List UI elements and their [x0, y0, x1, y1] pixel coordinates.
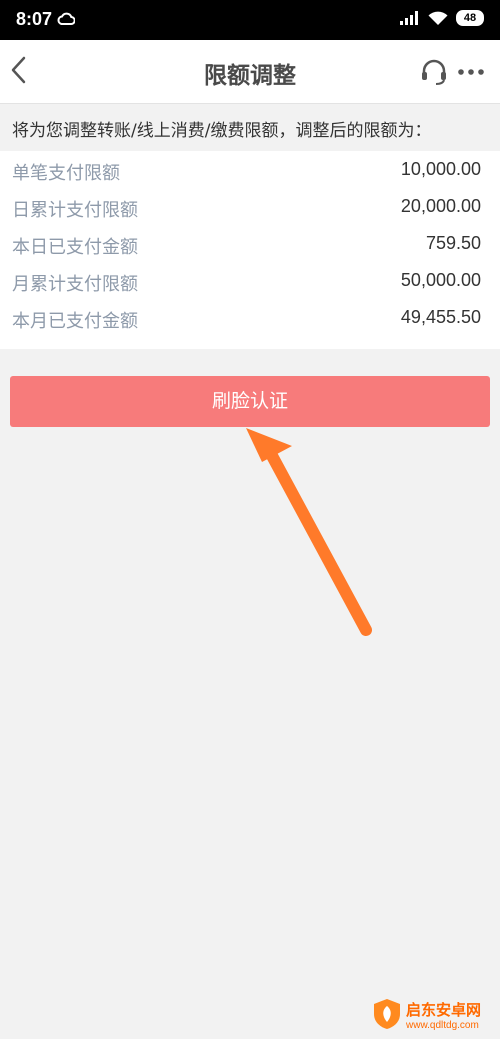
wifi-icon [428, 11, 448, 25]
limit-label: 日累计支付限额 [12, 200, 138, 221]
face-auth-button[interactable]: 刷脸认证 [10, 376, 490, 427]
watermark: 启东安卓网 www.qdltdg.com [372, 996, 496, 1036]
limit-row-monthly-paid: 本月已支付金额 49,455.50 [0, 299, 500, 336]
cloud-icon [57, 12, 75, 25]
more-button[interactable] [456, 58, 486, 86]
limit-value: 20,000.00 [400, 196, 481, 216]
app-header: 限额调整 [0, 40, 500, 104]
limit-value: 49,455.50 [400, 307, 481, 327]
notice-bar: 将为您调整转账/线上消费/缴费限额，调整后的限额为： [0, 104, 500, 149]
customer-service-button[interactable] [419, 58, 449, 86]
watermark-url: www.qdltdg.com [406, 1020, 479, 1031]
limit-label: 本日已支付金额 [12, 237, 138, 258]
watermark-title: 启东安卓网 [406, 1001, 482, 1019]
limit-row-monthly-limit: 月累计支付限额 50,000.00 [0, 262, 500, 299]
limits-list: 单笔支付限额 10,000.00 日累计支付限额 20,000.00 本日已支付… [0, 151, 500, 349]
notice-text: 将为您调整转账/线上消费/缴费限额，调整后的限额为： [12, 121, 432, 141]
shield-logo-icon [374, 999, 400, 1029]
limit-label: 本月已支付金额 [12, 311, 138, 332]
limit-row-daily-paid: 本日已支付金额 759.50 [0, 225, 500, 262]
status-time: 8:07 [16, 9, 53, 29]
limit-row-daily-limit: 日累计支付限额 20,000.00 [0, 188, 500, 225]
battery-icon: 48 [456, 10, 484, 26]
status-bar: 8:07 48 [0, 0, 500, 40]
limit-label: 月累计支付限额 [12, 274, 138, 295]
limit-label: 单笔支付限额 [12, 163, 120, 184]
signal-icon [400, 11, 418, 25]
more-dots-icon [458, 69, 484, 75]
limit-row-single-payment: 单笔支付限额 10,000.00 [0, 151, 500, 188]
limit-value: 759.50 [425, 233, 481, 253]
status-icons: 48 [400, 10, 484, 26]
headset-icon [422, 59, 446, 85]
limit-value: 10,000.00 [400, 159, 481, 179]
limit-value: 50,000.00 [400, 270, 481, 290]
